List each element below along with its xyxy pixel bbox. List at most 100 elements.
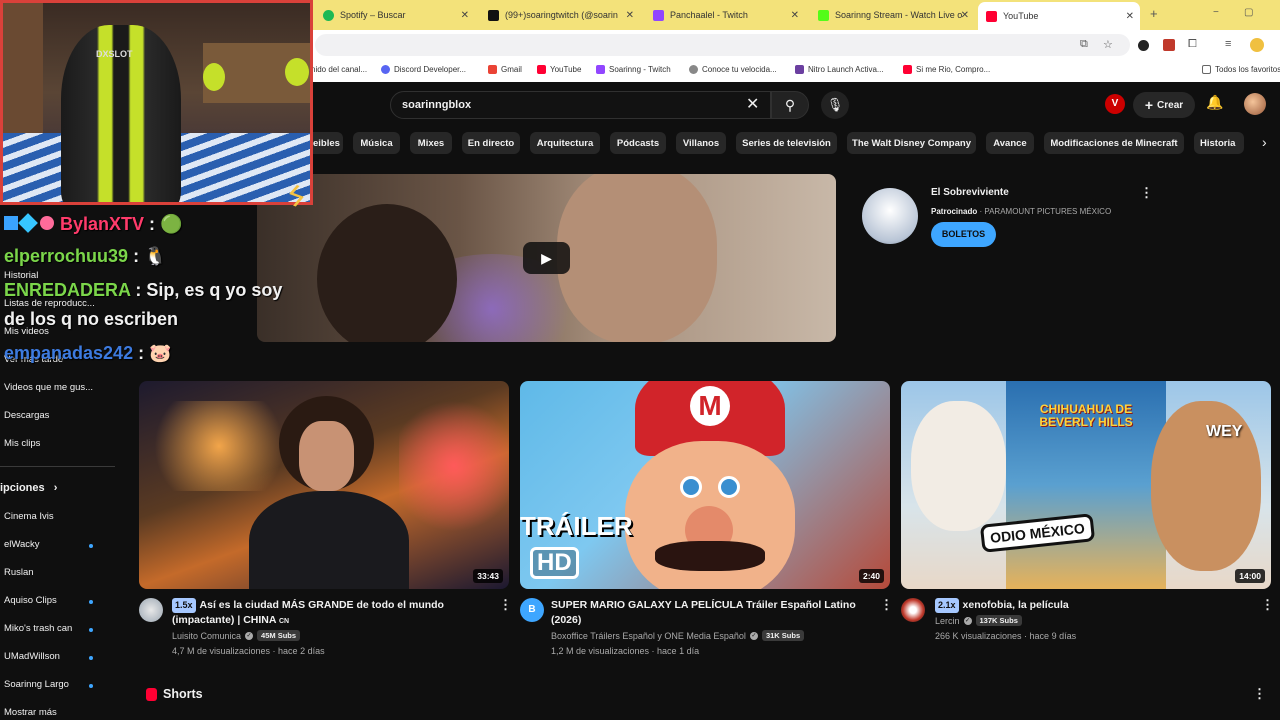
video-title-text: xenofobia, la película bbox=[962, 599, 1069, 611]
chip[interactable]: Arquitectura bbox=[530, 132, 600, 154]
play-button[interactable]: ▶ bbox=[523, 242, 570, 274]
subscription-item[interactable]: Aquiso Clips bbox=[4, 595, 57, 606]
sidebar-item-downloads[interactable]: Descargas bbox=[4, 410, 49, 421]
bookmark-label: Gmail bbox=[501, 65, 522, 74]
url-field[interactable] bbox=[315, 34, 1130, 56]
channel-avatar[interactable]: B bbox=[520, 598, 544, 622]
bookmark[interactable]: Nitro Launch Activa... bbox=[795, 65, 884, 74]
show-more-button[interactable]: Mostrar más bbox=[4, 707, 57, 718]
chip[interactable]: En directo bbox=[462, 132, 520, 154]
tab-twitch[interactable]: Panchaalel - Twitch ✕ bbox=[645, 4, 805, 26]
shorts-heading[interactable]: Shorts bbox=[146, 687, 203, 701]
chip[interactable]: Villanos bbox=[676, 132, 726, 154]
avatar[interactable] bbox=[1244, 93, 1266, 115]
chip[interactable]: Series de televisión bbox=[736, 132, 837, 154]
tickets-button[interactable]: BOLETOS bbox=[931, 222, 996, 247]
ad-title[interactable]: El Sobreviviente bbox=[931, 187, 1009, 198]
chip[interactable]: Avance bbox=[986, 132, 1034, 154]
video-title[interactable]: 1.5x Así es la ciudad MÁS GRANDE de todo … bbox=[172, 598, 492, 629]
extension-icon[interactable] bbox=[1163, 39, 1175, 51]
bookmark[interactable]: Si me Rio, Compro... bbox=[903, 65, 990, 74]
puzzle-icon[interactable]: ⧠ bbox=[1188, 38, 1197, 51]
create-button[interactable]: + Crear bbox=[1133, 92, 1195, 118]
install-icon[interactable]: ⧉ bbox=[1080, 38, 1088, 51]
subscriptions-heading[interactable]: ipciones › bbox=[0, 482, 57, 494]
channel-line: Boxoffice Tráilers Español y ONE Media E… bbox=[551, 630, 805, 641]
chevron-right-icon[interactable]: › bbox=[1262, 134, 1267, 150]
chip[interactable]: Mixes bbox=[410, 132, 452, 154]
search-button[interactable]: ⚲ bbox=[771, 91, 809, 119]
video-title[interactable]: SUPER MARIO GALAXY LA PELÍCULA Tráiler E… bbox=[551, 598, 871, 628]
close-icon[interactable]: ✕ bbox=[626, 10, 634, 21]
subscription-item[interactable]: elWacky bbox=[4, 539, 40, 550]
new-tab-button[interactable]: + bbox=[1150, 6, 1158, 21]
extension-icon[interactable] bbox=[1138, 40, 1149, 51]
bookmark[interactable]: YouTube bbox=[537, 65, 581, 74]
chip[interactable]: Pódcasts bbox=[610, 132, 666, 154]
subscription-item[interactable]: UMadWillson bbox=[4, 651, 60, 662]
all-bookmarks[interactable]: Todos los favoritos bbox=[1202, 65, 1280, 74]
sidebar-item-clips[interactable]: Mis clips bbox=[4, 438, 40, 449]
chip[interactable]: Modificaciones de Minecraft bbox=[1044, 132, 1184, 154]
bookmark[interactable]: nido del canal... bbox=[311, 65, 367, 74]
media-icon[interactable]: ≡ bbox=[1225, 38, 1231, 50]
star-icon[interactable]: ☆ bbox=[1103, 38, 1113, 51]
voice-search-button[interactable]: 🎙 bbox=[821, 91, 849, 119]
more-options-icon[interactable]: ⋮ bbox=[1261, 597, 1274, 613]
channel-name[interactable]: Boxoffice Tráilers Español y ONE Media E… bbox=[551, 631, 746, 641]
chat-separator: : bbox=[135, 280, 142, 300]
chat-username: BylanXTV bbox=[60, 214, 145, 234]
close-icon[interactable]: ✕ bbox=[791, 10, 799, 21]
minimize-button[interactable]: − bbox=[1213, 7, 1219, 18]
video-thumbnail[interactable]: 33:43 bbox=[139, 381, 509, 589]
ad-image-man bbox=[557, 174, 717, 342]
tab-tiktok[interactable]: (99+)soaringtwitch (@soarin ✕ bbox=[480, 4, 640, 26]
chip[interactable]: Música bbox=[353, 132, 400, 154]
video-title[interactable]: 2.1x xenofobia, la película bbox=[935, 598, 1255, 613]
video-thumbnail[interactable]: CHIHUAHUA DE BEVERLY HILLS ODIO MÉXICO W… bbox=[901, 381, 1271, 589]
tab-kick[interactable]: Soarinng Stream - Watch Live o ✕ bbox=[810, 4, 975, 26]
bookmark[interactable]: Discord Developer... bbox=[381, 65, 466, 74]
speedtest-icon bbox=[689, 65, 698, 74]
restore-button[interactable]: ▢ bbox=[1244, 7, 1253, 18]
bell-icon[interactable]: 🔔 bbox=[1206, 94, 1223, 111]
close-icon[interactable]: ✕ bbox=[461, 10, 469, 21]
clear-search-icon[interactable]: ✕ bbox=[746, 94, 759, 114]
channel-name[interactable]: Lercin bbox=[935, 616, 960, 626]
channel-avatar[interactable] bbox=[901, 598, 925, 622]
mic-icon: 🎙 bbox=[826, 97, 844, 112]
tab-youtube[interactable]: YouTube ✕ bbox=[978, 2, 1140, 30]
more-options-icon[interactable]: ⋮ bbox=[1253, 686, 1266, 702]
chat-emote: 🐷 bbox=[149, 343, 172, 363]
speed-badge: 2.1x bbox=[935, 598, 959, 613]
ad-thumbnail[interactable]: ▶ bbox=[257, 174, 836, 342]
bookmark[interactable]: Conoce tu velocida... bbox=[689, 65, 777, 74]
paramount-logo[interactable] bbox=[862, 188, 918, 244]
subscription-item[interactable]: Cinema Ivis bbox=[4, 511, 54, 522]
channel-avatar[interactable] bbox=[139, 598, 163, 622]
play-icon: ▶ bbox=[541, 249, 552, 266]
video-thumbnail[interactable]: M TRÁILER HD 2:40 bbox=[520, 381, 890, 589]
subscription-item[interactable]: Miko's trash can bbox=[4, 623, 72, 634]
chip[interactable]: The Walt Disney Company bbox=[847, 132, 976, 154]
close-icon[interactable]: ✕ bbox=[1126, 11, 1134, 22]
more-options-icon[interactable]: ⋮ bbox=[1140, 185, 1153, 201]
bookmark[interactable]: Soarinng - Twitch bbox=[596, 65, 671, 74]
channel-name[interactable]: Luisito Comunica bbox=[172, 631, 241, 641]
profile-icon[interactable] bbox=[1250, 38, 1264, 52]
shorts-label: Shorts bbox=[163, 687, 203, 701]
more-options-icon[interactable]: ⋮ bbox=[499, 597, 512, 613]
extension-badge[interactable]: V bbox=[1105, 94, 1125, 114]
close-icon[interactable]: ✕ bbox=[961, 10, 969, 21]
subscription-item[interactable]: Soarinng Largo bbox=[4, 679, 69, 690]
more-options-icon[interactable]: ⋮ bbox=[880, 597, 893, 613]
tab-spotify[interactable]: Spotify – Buscar ✕ bbox=[315, 4, 475, 26]
subscription-item[interactable]: Ruslan bbox=[4, 567, 34, 578]
discord-icon bbox=[381, 65, 390, 74]
chip[interactable]: Historia bbox=[1194, 132, 1244, 154]
sidebar-item-liked[interactable]: Videos que me gus... bbox=[4, 382, 93, 393]
bookmark[interactable]: Gmail bbox=[488, 65, 522, 74]
flag-code: CN bbox=[278, 618, 290, 625]
search-input[interactable]: soarinngblox bbox=[390, 91, 771, 119]
subscriptions-label: ipciones bbox=[0, 482, 45, 494]
